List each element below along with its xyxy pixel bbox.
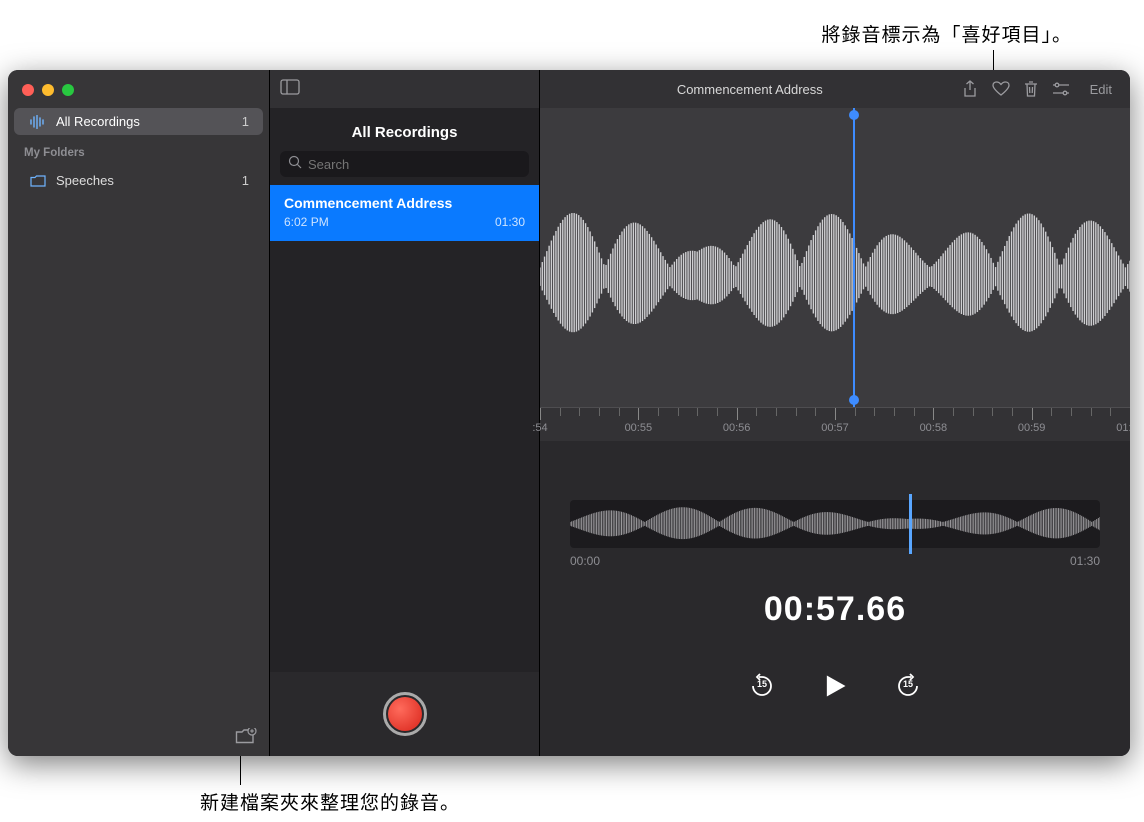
- search-icon: [288, 155, 302, 174]
- share-button[interactable]: [962, 80, 978, 98]
- tick-label: 00:59: [1018, 422, 1046, 434]
- search-input[interactable]: [280, 151, 529, 177]
- sidebar-all-recordings-label: All Recordings: [56, 114, 140, 129]
- record-button[interactable]: [383, 692, 427, 736]
- callout-new-folder-line: [240, 755, 241, 785]
- tick-label: 00:57: [821, 422, 849, 434]
- toggle-sidebar-button[interactable]: [280, 79, 300, 100]
- window-controls: [8, 70, 269, 102]
- minimize-window-button[interactable]: [42, 84, 54, 96]
- sidebar-folder-count: 1: [242, 173, 249, 188]
- share-icon: [962, 80, 978, 98]
- favorite-button[interactable]: [992, 81, 1010, 97]
- sidebar-my-folders-header: My Folders: [8, 141, 269, 161]
- play-button[interactable]: [821, 672, 849, 700]
- tick-label: 01:00: [1116, 422, 1130, 434]
- tick-label: 00:58: [920, 422, 948, 434]
- folder-icon: [28, 175, 48, 187]
- waveform-overview[interactable]: [570, 500, 1100, 548]
- timeline-ruler[interactable]: :5400:5500:5600:5700:5800:5901:00: [540, 408, 1130, 442]
- record-icon: [388, 697, 422, 731]
- sidebar-folder-label: Speeches: [56, 173, 114, 188]
- recording-title-main: Commencement Address: [552, 82, 948, 97]
- playback-panel: Commencement Address Edit :5400:5500:560…: [540, 70, 1130, 756]
- overview-start-time: 00:00: [570, 554, 600, 568]
- recordings-list-column: All Recordings Commencement Address 6:02…: [270, 70, 540, 756]
- edit-button[interactable]: Edit: [1084, 80, 1118, 99]
- sidebar-icon: [280, 79, 300, 95]
- overview-end-time: 01:30: [1070, 554, 1100, 568]
- main-toolbar: Commencement Address Edit: [540, 70, 1130, 108]
- playhead[interactable]: [853, 108, 855, 407]
- voice-memos-window: All Recordings 1 My Folders Speeches 1: [8, 70, 1130, 756]
- recording-duration: 01:30: [495, 215, 525, 229]
- sidebar-all-recordings-count: 1: [242, 114, 249, 129]
- skip-forward-button[interactable]: 15: [893, 671, 923, 701]
- recording-list-item[interactable]: Commencement Address 6:02 PM 01:30: [270, 185, 539, 241]
- tick-label: :54: [532, 422, 547, 434]
- trash-icon: [1024, 80, 1038, 98]
- overview-playhead[interactable]: [909, 494, 912, 554]
- sidebar-folder-speeches[interactable]: Speeches 1: [14, 167, 263, 194]
- transport-controls: 15 15: [747, 671, 923, 701]
- new-folder-button[interactable]: [235, 728, 257, 746]
- callout-new-folder: 新建檔案夾來整理您的錄音。: [200, 788, 460, 815]
- skip-back-button[interactable]: 15: [747, 671, 777, 701]
- tick-label: 00:55: [625, 422, 653, 434]
- callout-favorite: 將錄音標示為「喜好項目」。: [821, 20, 1072, 47]
- recordings-list-title: All Recordings: [270, 108, 539, 151]
- recording-time: 6:02 PM: [284, 215, 329, 229]
- tick-label: 00:56: [723, 422, 751, 434]
- heart-icon: [992, 81, 1010, 97]
- settings-button[interactable]: [1052, 82, 1070, 96]
- sidebar-all-recordings[interactable]: All Recordings 1: [14, 108, 263, 135]
- sliders-icon: [1052, 82, 1070, 96]
- callout-favorite-line: [993, 50, 994, 72]
- new-folder-icon: [235, 728, 257, 746]
- delete-button[interactable]: [1024, 80, 1038, 98]
- sidebar: All Recordings 1 My Folders Speeches 1: [8, 70, 270, 756]
- zoom-window-button[interactable]: [62, 84, 74, 96]
- waveform-detail[interactable]: [540, 108, 1130, 408]
- close-window-button[interactable]: [22, 84, 34, 96]
- waveform-icon: [28, 115, 48, 129]
- play-icon: [821, 672, 849, 700]
- current-time-display: 00:57.66: [764, 590, 906, 629]
- recording-title: Commencement Address: [284, 195, 525, 211]
